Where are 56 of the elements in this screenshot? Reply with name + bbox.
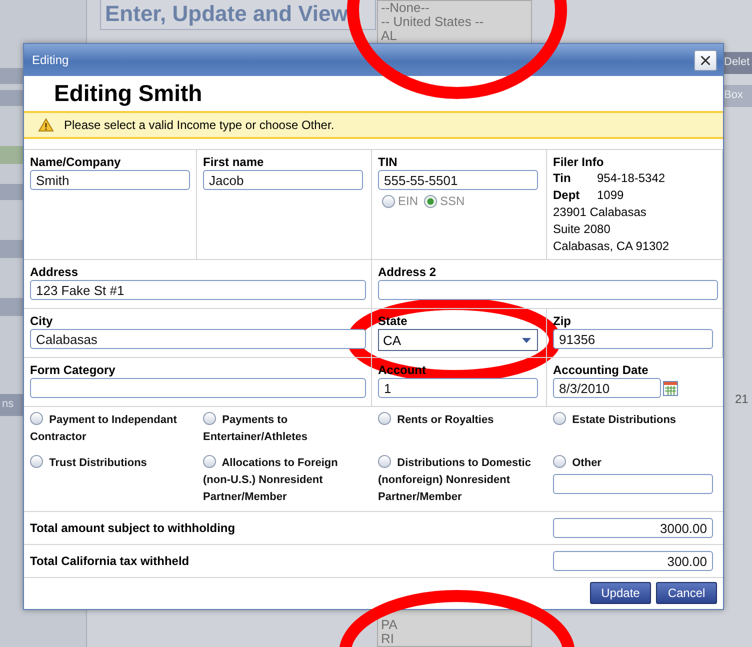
other-field[interactable]: [553, 474, 713, 494]
field-label: Address 2: [378, 265, 438, 279]
text-field[interactable]: [30, 378, 366, 398]
field-label: Accounting Date: [553, 363, 650, 377]
field-label: Filer Info: [553, 155, 605, 169]
text-field[interactable]: Jacob: [203, 170, 363, 190]
state-select[interactable]: CA: [378, 329, 538, 351]
text-field[interactable]: 1: [378, 378, 538, 398]
field-label: First name: [203, 155, 265, 169]
income-type-radio[interactable]: Distributions to Domestic (nonforeign) Nonresident Partner/Member: [378, 455, 541, 506]
total-label: Total amount subject to withholding: [30, 521, 236, 535]
field-label: TIN: [378, 155, 398, 169]
income-type-radio[interactable]: Trust Distributions: [30, 455, 191, 472]
update-button[interactable]: Update: [590, 582, 651, 604]
address-line: Calabasas, CA 91302: [553, 238, 670, 254]
info-value: 954-18-5342: [597, 170, 666, 186]
field-label: Account: [378, 363, 427, 377]
income-type-radio[interactable]: Payment to Independant Contractor: [30, 412, 191, 446]
field-label: Zip: [553, 314, 572, 328]
income-type-radio[interactable]: Other: [553, 455, 717, 472]
caret-icon: [522, 338, 531, 342]
income-type-radio[interactable]: Payments to Entertainer/Athletes: [203, 412, 366, 446]
calendar-icon[interactable]: [663, 380, 678, 396]
text-field[interactable]: 91356: [553, 329, 713, 349]
page-heading: Enter, Update and View: [100, 0, 376, 30]
address-line: Suite 2080: [553, 221, 612, 237]
text-field[interactable]: [378, 280, 718, 300]
field-label: Address: [30, 265, 80, 279]
address-line: 23901 Calabasas: [553, 204, 648, 220]
date-field[interactable]: 8/3/2010: [553, 378, 661, 398]
table-cell: 21: [735, 392, 748, 406]
info-key: Dept: [553, 187, 597, 203]
income-type-radio[interactable]: Estate Distributions: [553, 412, 717, 429]
info-key: Tin: [553, 170, 597, 186]
amount-field[interactable]: 300.00: [553, 551, 713, 571]
text-field[interactable]: Smith: [30, 170, 190, 190]
amount-field[interactable]: 3000.00: [553, 518, 713, 538]
income-type-radio[interactable]: Rents or Royalties: [378, 412, 541, 429]
tin-type-radio[interactable]: SSN: [424, 194, 465, 208]
warning-icon: [38, 118, 54, 132]
dialog-heading: Editing Smith: [54, 79, 202, 108]
close-button[interactable]: [694, 50, 717, 70]
field-label: State: [378, 314, 408, 328]
field-label: City: [30, 314, 54, 328]
cancel-button[interactable]: Cancel: [656, 582, 717, 604]
info-value: 1099: [597, 187, 624, 203]
total-label: Total California tax withheld: [30, 554, 190, 568]
text-field[interactable]: Calabasas: [30, 329, 366, 349]
income-type-radio[interactable]: Allocations to Foreign (non-U.S.) Nonresident Partner/Member: [203, 455, 366, 506]
tin-type-radio[interactable]: EIN: [382, 194, 418, 208]
warning-message: Please select a valid Income type or choose Other.: [64, 118, 334, 132]
field-label: Name/Company: [30, 155, 122, 169]
text-field[interactable]: 555-55-5501: [378, 170, 538, 190]
text-field[interactable]: 123 Fake St #1: [30, 280, 366, 300]
dialog-title: Editing: [32, 53, 69, 67]
field-label: Form Category: [30, 363, 116, 377]
